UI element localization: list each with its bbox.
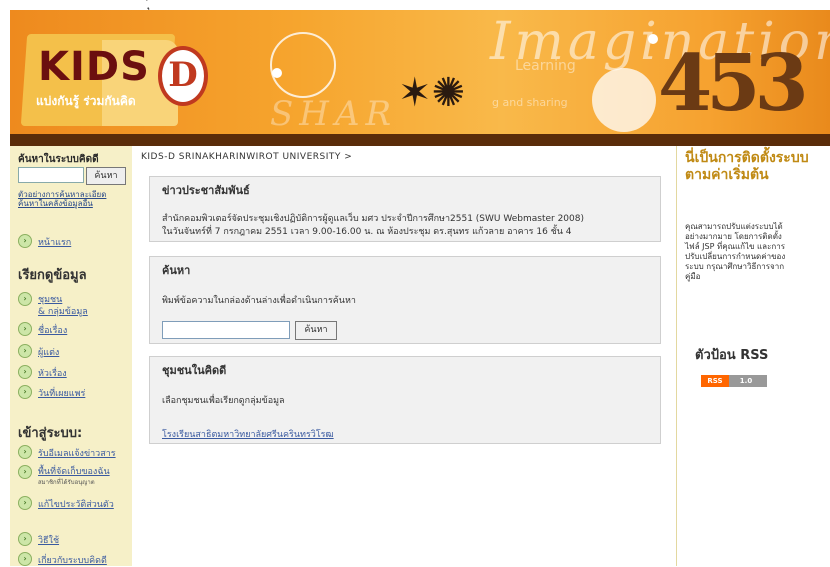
arrow-icon: › (18, 234, 32, 248)
search-box: ค้นหา พิมพ์ข้อความในกล่องด้านล่างเพื่อดำ… (149, 256, 661, 344)
banner-shar-text: SHAR (270, 94, 398, 134)
other-repository-link[interactable]: ค้นหาในคลังข้อมูลอื่น (18, 197, 93, 210)
breadcrumb[interactable]: KIDS-D SRINAKHARINWIROT UNIVERSITY > (141, 152, 352, 162)
banner-numbers: 453 (658, 38, 809, 129)
right-text: คุณสามารถปรับแต่งระบบได้อย่างมากมาย โดยก… (685, 222, 786, 281)
community-link[interactable]: โรงเรียนสาธิตมหาวิทยาลัยศรีนครินทรวิโรฒ (162, 427, 334, 441)
search-button[interactable]: ค้นหา (295, 321, 337, 340)
rss-badge-right: 1.0 (739, 377, 753, 385)
sidebar-item-collections[interactable]: & กลุ่มข้อมูล (38, 304, 88, 318)
sidebar-item-authors[interactable]: ผู้แต่ง (38, 345, 59, 359)
arrow-icon: › (18, 292, 32, 306)
sidebar-item-home[interactable]: หน้าแรก (38, 235, 71, 249)
left-sidebar: ค้นหาในระบบคิดดี ค้นหา ตัวอย่างการค้นหาล… (10, 146, 132, 566)
banner-learning-text: Learning (515, 58, 576, 74)
arrow-icon: › (18, 532, 32, 546)
circle-graphic (270, 32, 336, 98)
communities-box: ชุมชนในคิดดี เลือกชุมชนเพื่อเรียกดูกลุ่ม… (149, 356, 661, 444)
slogan: แบ่งกันรู้ ร่วมกันคิด (36, 94, 136, 108)
logo-d-badge[interactable]: D (158, 46, 208, 106)
login-heading: เข้าสู่ระบบ: (18, 426, 83, 441)
arrow-icon: › (18, 465, 32, 479)
browse-heading: เรียกดูข้อมูล (18, 268, 87, 283)
sidebar-item-edit-profile[interactable]: แก้ไขประวัติส่วนตัว (38, 497, 114, 511)
sidebar-search-input[interactable] (18, 167, 84, 183)
sidebar-item-subjects[interactable]: หัวเรื่อง (38, 366, 67, 380)
arrow-icon: › (18, 365, 32, 379)
arrow-icon: › (18, 496, 32, 510)
news-box: ข่าวประชาสัมพันธ์ สำนักคอมพิวเตอร์จัดประ… (149, 176, 661, 242)
site-banner: KIDS D แบ่งกันรู้ ร่วมกันคิด SHAR ✶✺ Ima… (10, 10, 830, 134)
nav-bar (10, 134, 830, 146)
rss-badge-left: RSS (701, 375, 729, 387)
sidebar-item-titles[interactable]: ชื่อเรื่อง (38, 323, 67, 337)
right-sidebar: นี่เป็นการติดตั้งระบบตามค่าเริ่มต้น คุณส… (676, 146, 830, 566)
news-line-1: สำนักคอมพิวเตอร์จัดประชุมเชิงปฏิบัติการผ… (162, 214, 584, 224)
arrow-icon: › (18, 344, 32, 358)
logo-text[interactable]: KIDS (38, 44, 150, 90)
rss-feed-button[interactable]: RSS 1.0 (701, 375, 767, 387)
sidebar-item-about[interactable]: เกี่ยวกับระบบคิดดี (38, 553, 107, 567)
sidebar-item-dates[interactable]: วันที่เผยแพร่ (38, 386, 85, 400)
news-line-2: ในวันจันทร์ที่ 7 กรกฎาคม 2551 เวลา 9.00-… (162, 227, 572, 237)
dot-graphic (648, 34, 658, 44)
arrow-icon: › (18, 322, 32, 336)
sidebar-search-title: ค้นหาในระบบคิดดี (18, 154, 99, 165)
rss-heading: ตัวป้อน RSS (695, 348, 769, 363)
right-title: นี่เป็นการติดตั้งระบบตามค่าเริ่มต้น (685, 150, 809, 183)
top-strip: ุ้ (0, 0, 830, 10)
banner-sharing-text: g and sharing (492, 96, 568, 109)
login-sub-note: สมาชิกที่ได้รับอนุญาต (38, 479, 95, 486)
arrow-icon: › (18, 385, 32, 399)
globe-graphic (592, 68, 656, 132)
sidebar-search-button[interactable]: ค้นหา (86, 167, 126, 185)
sidebar-item-my-space[interactable]: พื้นที่จัดเก็บของฉัน (38, 464, 110, 478)
sidebar-item-subscribe[interactable]: รับอีเมลแจ้งข่าวสาร (38, 446, 116, 460)
communities-title: ชุมชนในคิดดี (162, 364, 227, 377)
kids-figures-icon: ✶✺ (398, 70, 466, 116)
sidebar-item-help[interactable]: วิธีใช้ (38, 533, 59, 547)
logo-letter: D (168, 55, 198, 95)
search-instructions: พิมพ์ข้อความในกล่องด้านล่างเพื่อดำเนินกา… (162, 296, 356, 306)
dot-graphic (272, 68, 282, 78)
search-title: ค้นหา (162, 264, 191, 277)
search-input[interactable] (162, 321, 290, 339)
communities-text: เลือกชุมชนเพื่อเรียกดูกลุ่มข้อมูล (162, 396, 285, 406)
arrow-icon: › (18, 445, 32, 459)
news-title: ข่าวประชาสัมพันธ์ (162, 184, 250, 197)
main-content: KIDS-D SRINAKHARINWIROT UNIVERSITY > ข่า… (133, 146, 676, 566)
arrow-icon: › (18, 552, 32, 566)
